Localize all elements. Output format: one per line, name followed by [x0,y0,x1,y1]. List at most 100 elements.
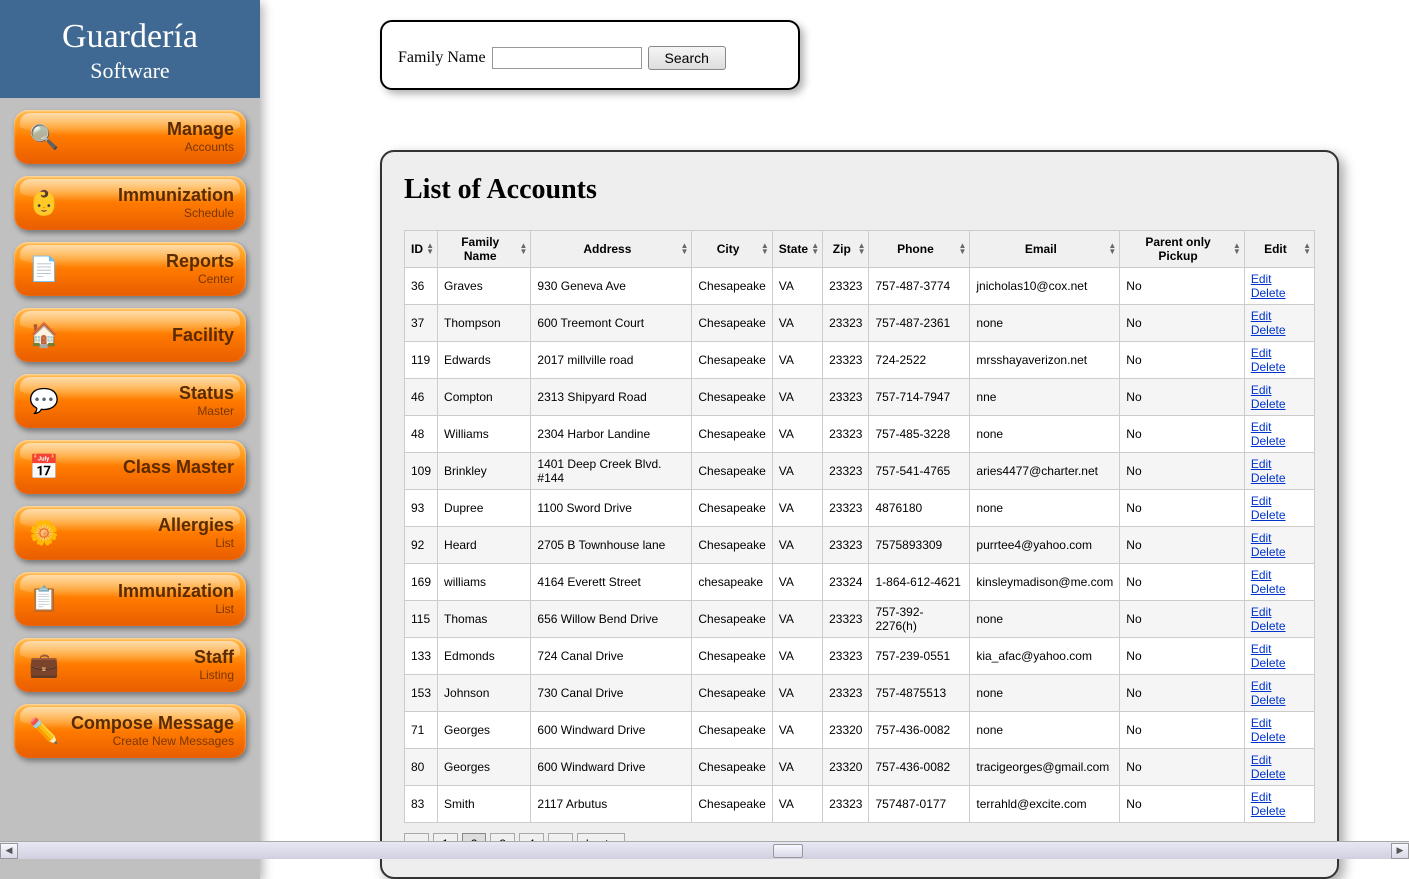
table-row: 48Williams2304 Harbor LandineChesapeakeV… [405,416,1315,453]
table-cell: No [1120,342,1245,379]
delete-link[interactable]: Delete [1251,545,1286,559]
column-header[interactable]: Address▲▼ [531,231,692,268]
table-cell: 153 [405,675,438,712]
column-header[interactable]: Phone▲▼ [869,231,970,268]
nav-item-allergies[interactable]: 🌼AllergiesList [14,506,246,560]
nav-title: Immunization [70,582,234,600]
table-cell: Johnson [438,675,531,712]
delete-link[interactable]: Delete [1251,397,1286,411]
delete-link[interactable]: Delete [1251,360,1286,374]
column-header[interactable]: Edit▲▼ [1244,231,1314,268]
nav-item-facility[interactable]: 🏠Facility [14,308,246,362]
delete-link[interactable]: Delete [1251,619,1286,633]
delete-link[interactable]: Delete [1251,323,1286,337]
delete-link[interactable]: Delete [1251,434,1286,448]
column-header[interactable]: Zip▲▼ [823,231,869,268]
nav-title: Status [70,384,234,402]
nav-item-immunization[interactable]: 👶ImmunizationSchedule [14,176,246,230]
table-cell: 724 Canal Drive [531,638,692,675]
table-cell: jnicholas10@cox.net [970,268,1120,305]
edit-link[interactable]: Edit [1251,753,1272,767]
edit-link[interactable]: Edit [1251,420,1272,434]
nav-item-class-master[interactable]: 📅Class Master [14,440,246,494]
column-header[interactable]: Email▲▼ [970,231,1120,268]
nav-item-compose-message[interactable]: ✏️Compose MessageCreate New Messages [14,704,246,758]
nav-subtitle: Schedule [70,206,234,220]
table-row: 115Thomas656 Willow Bend DriveChesapeake… [405,601,1315,638]
panel-title: List of Accounts [404,174,1315,206]
edit-link[interactable]: Edit [1251,383,1272,397]
table-cell: 2705 B Townhouse lane [531,527,692,564]
table-cell: 1401 Deep Creek Blvd. #144 [531,453,692,490]
table-cell: Graves [438,268,531,305]
table-cell: Thomas [438,601,531,638]
table-cell: No [1120,416,1245,453]
sort-icon: ▲▼ [426,243,434,255]
nav-item-reports[interactable]: 📄ReportsCenter [14,242,246,296]
table-cell: Chesapeake [692,268,772,305]
search-button[interactable]: Search [648,46,726,70]
edit-link[interactable]: Edit [1251,605,1272,619]
table-cell: 169 [405,564,438,601]
nav-item-manage[interactable]: 🔍ManageAccounts [14,110,246,164]
column-header[interactable]: ID▲▼ [405,231,438,268]
edit-link[interactable]: Edit [1251,679,1272,693]
table-cell: 757-714-7947 [869,379,970,416]
scroll-left-button[interactable]: ◀ [0,843,18,859]
edit-link[interactable]: Edit [1251,790,1272,804]
table-cell: Thompson [438,305,531,342]
table-cell: 80 [405,749,438,786]
scroll-track[interactable] [18,844,1391,858]
search-label: Family Name [398,49,486,67]
edit-link[interactable]: Edit [1251,309,1272,323]
table-cell: williams [438,564,531,601]
delete-link[interactable]: Delete [1251,693,1286,707]
nav-item-staff[interactable]: 💼StaffListing [14,638,246,692]
table-cell: VA [772,601,822,638]
delete-link[interactable]: Delete [1251,656,1286,670]
delete-link[interactable]: Delete [1251,804,1286,818]
delete-link[interactable]: Delete [1251,582,1286,596]
delete-link[interactable]: Delete [1251,286,1286,300]
horizontal-scrollbar[interactable]: ◀ ▶ [0,841,1409,859]
edit-link[interactable]: Edit [1251,716,1272,730]
scroll-thumb[interactable] [773,844,803,858]
edit-link[interactable]: Edit [1251,568,1272,582]
edit-link[interactable]: Edit [1251,457,1272,471]
delete-link[interactable]: Delete [1251,767,1286,781]
edit-link[interactable]: Edit [1251,494,1272,508]
table-cell: No [1120,675,1245,712]
table-cell: 37 [405,305,438,342]
delete-link[interactable]: Delete [1251,730,1286,744]
table-cell: 4164 Everett Street [531,564,692,601]
edit-link[interactable]: Edit [1251,531,1272,545]
table-cell: kinsleymadison@me.com [970,564,1120,601]
table-cell: Chesapeake [692,638,772,675]
sort-icon: ▲▼ [858,243,866,255]
table-cell: VA [772,564,822,601]
nav-icon: 🔍 [26,119,62,155]
table-cell: 23320 [823,749,869,786]
column-header[interactable]: State▲▼ [772,231,822,268]
edit-link[interactable]: Edit [1251,642,1272,656]
column-header[interactable]: Parent only Pickup▲▼ [1120,231,1245,268]
table-cell: VA [772,786,822,823]
family-name-input[interactable] [492,47,642,69]
table-row: 153Johnson730 Canal DriveChesapeakeVA233… [405,675,1315,712]
column-header[interactable]: City▲▼ [692,231,772,268]
table-cell: VA [772,453,822,490]
edit-link[interactable]: Edit [1251,272,1272,286]
delete-link[interactable]: Delete [1251,471,1286,485]
table-cell: No [1120,490,1245,527]
nav-item-immunization[interactable]: 📋ImmunizationList [14,572,246,626]
table-cell: 600 Treemont Court [531,305,692,342]
delete-link[interactable]: Delete [1251,508,1286,522]
nav-subtitle: Accounts [70,140,234,154]
column-header[interactable]: Family Name▲▼ [438,231,531,268]
nav-item-status[interactable]: 💬StatusMaster [14,374,246,428]
edit-link[interactable]: Edit [1251,346,1272,360]
table-cell: Georges [438,712,531,749]
table-cell: Chesapeake [692,342,772,379]
table-row: 71Georges600 Windward DriveChesapeakeVA2… [405,712,1315,749]
scroll-right-button[interactable]: ▶ [1391,843,1409,859]
